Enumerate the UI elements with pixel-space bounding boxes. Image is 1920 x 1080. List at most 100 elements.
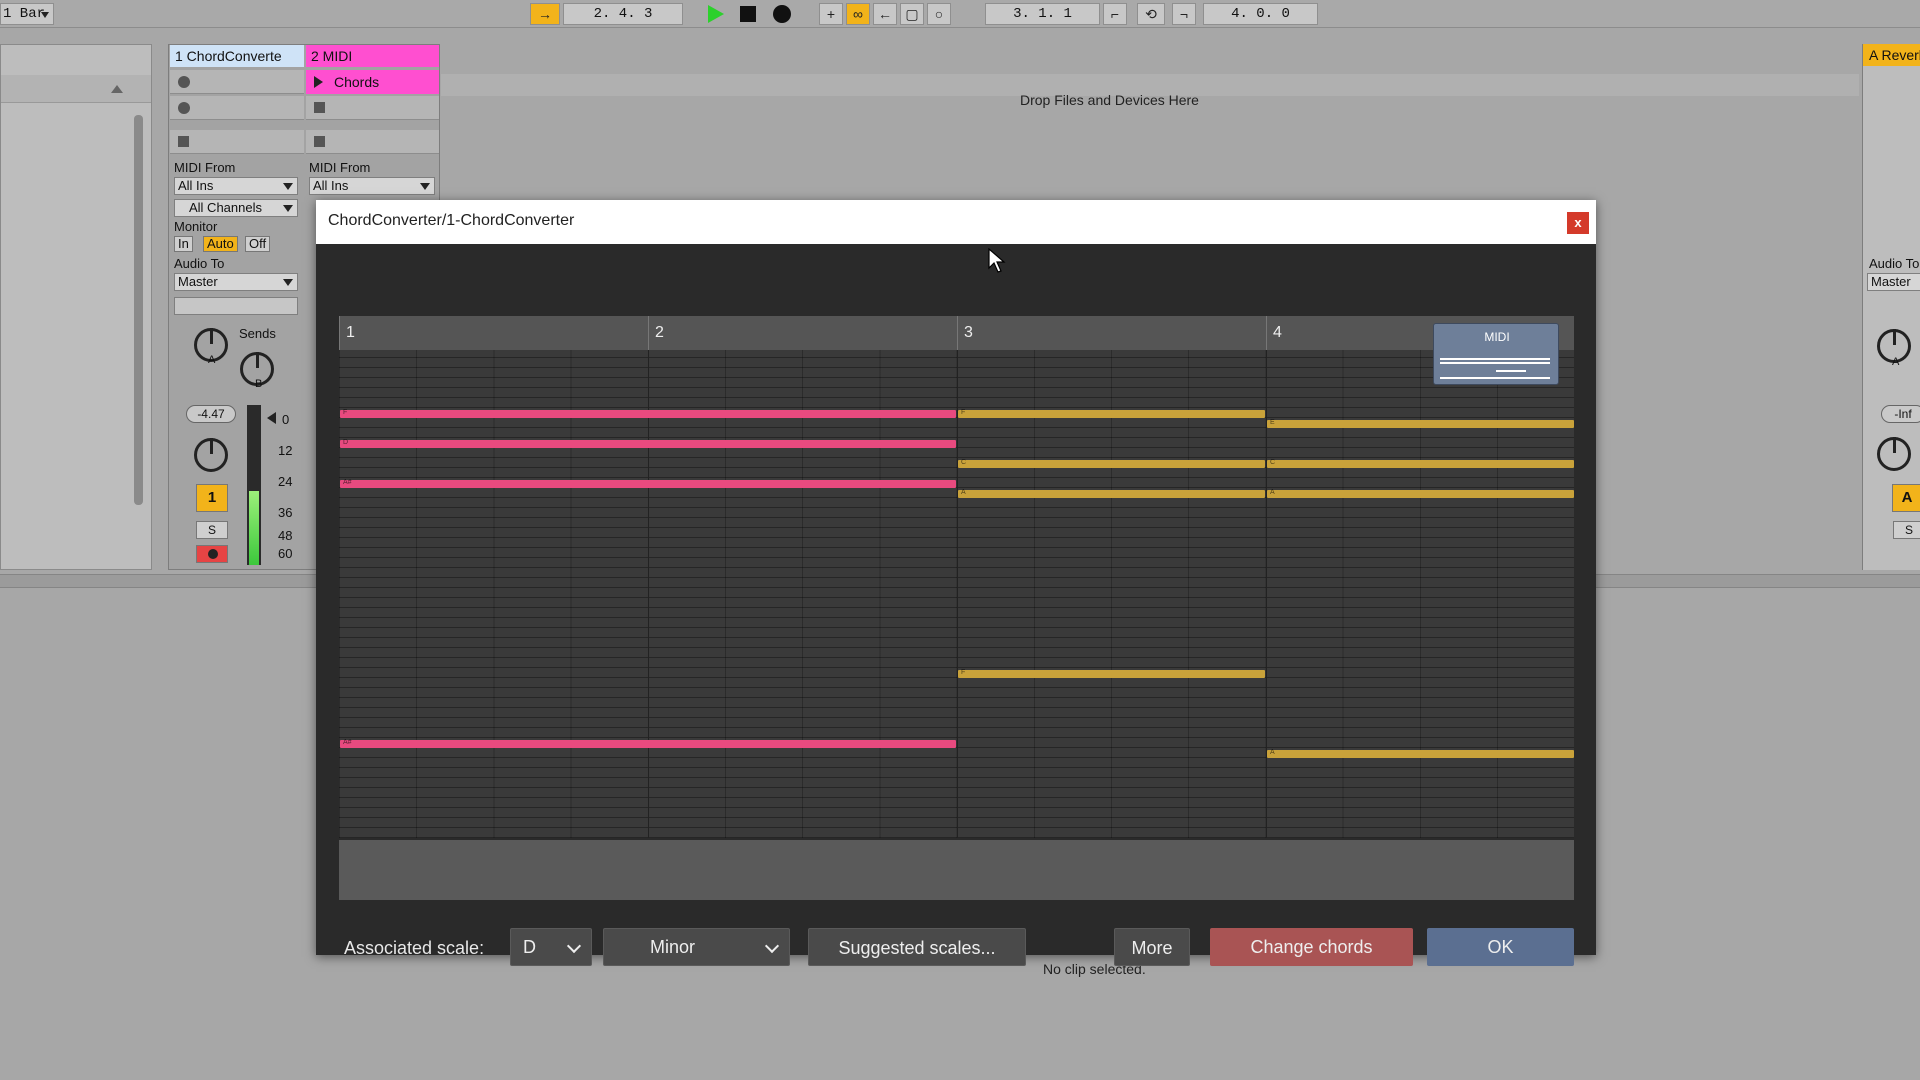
- capture-icon[interactable]: ▢: [900, 3, 924, 25]
- loop-length[interactable]: 4. 0. 0: [1203, 3, 1318, 25]
- dialog-body: 1 2 3 4 F D A# A# F E C C A A F A MIDI Associated s…: [316, 244, 1596, 966]
- meter-scale-24: 24: [278, 474, 293, 489]
- change-chords-button[interactable]: Change chords: [1210, 928, 1413, 966]
- midi-thumb-note: [1440, 377, 1550, 379]
- clip-chords[interactable]: Chords: [306, 70, 439, 94]
- midi-from-value: All Ins: [178, 178, 214, 193]
- midi-from-select[interactable]: All Ins: [174, 177, 298, 195]
- midi-note-label: A: [961, 489, 966, 496]
- sends-label: Sends: [239, 326, 276, 341]
- volume-fader-icon[interactable]: [267, 412, 276, 424]
- loop-switch-icon[interactable]: ⟲: [1137, 3, 1165, 25]
- midi-note-label: D: [343, 439, 349, 446]
- midi-channel-select[interactable]: All Channels: [174, 199, 298, 217]
- stop-icon[interactable]: [740, 6, 756, 22]
- scroll-up-icon[interactable]: [111, 85, 123, 93]
- clip-slot[interactable]: [306, 96, 439, 120]
- midi-note[interactable]: A#: [340, 479, 956, 488]
- back-to-arrangement-icon[interactable]: ←: [873, 3, 897, 25]
- monitor-in-button[interactable]: In: [174, 236, 193, 252]
- overdub-icon[interactable]: +: [819, 3, 843, 25]
- track-activator-button[interactable]: 1: [196, 484, 228, 512]
- clip-slot[interactable]: [170, 96, 304, 120]
- chevron-down-icon: [283, 205, 293, 212]
- midi-note[interactable]: A#: [340, 739, 956, 748]
- quantize-select[interactable]: 1 Bar: [0, 3, 54, 25]
- left-panel-scrollbar[interactable]: [134, 115, 143, 505]
- chevron-down-icon: [566, 938, 582, 954]
- ruler-bar-3: 3: [957, 316, 973, 350]
- return-audio-to-select[interactable]: Master: [1867, 273, 1920, 291]
- dialog-titlebar[interactable]: ChordConverter/1-ChordConverter x: [316, 200, 1596, 244]
- return-solo-button[interactable]: S: [1893, 521, 1920, 539]
- midi-note[interactable]: A: [958, 489, 1265, 498]
- stop-clip-icon: [178, 136, 189, 147]
- meter-scale-0: 0: [282, 412, 290, 427]
- scale-type-select[interactable]: Minor: [603, 928, 790, 966]
- midi-from-value-2: All Ins: [313, 178, 349, 193]
- level-meter: [247, 405, 261, 565]
- follow-icon[interactable]: →: [530, 3, 560, 25]
- midi-from-label: MIDI From: [174, 160, 236, 175]
- meter-scale-60: 60: [278, 546, 293, 561]
- close-icon[interactable]: x: [1567, 212, 1589, 234]
- scale-root-value: D: [523, 937, 536, 957]
- clip-slot[interactable]: [170, 70, 304, 94]
- midi-note[interactable]: A: [1267, 749, 1574, 758]
- track-volume[interactable]: -4.47: [186, 405, 236, 423]
- stop-clip-icon: [314, 102, 325, 113]
- chevron-down-icon: [764, 938, 780, 954]
- song-position[interactable]: 2. 4. 3: [563, 3, 683, 25]
- loop-start[interactable]: 3. 1. 1: [985, 3, 1100, 25]
- audio-to-channel-select[interactable]: [174, 297, 298, 315]
- return-activator-button[interactable]: A: [1892, 484, 1920, 512]
- midi-note[interactable]: A: [1267, 489, 1574, 498]
- play-icon[interactable]: [708, 5, 724, 23]
- midi-note-label: F: [961, 409, 966, 416]
- suggested-scales-button[interactable]: Suggested scales...: [808, 928, 1026, 966]
- bar-ruler[interactable]: 1 2 3 4: [339, 316, 1574, 350]
- clip-name: Chords: [334, 74, 380, 90]
- return-pan-knob[interactable]: [1877, 437, 1911, 471]
- midi-note[interactable]: E: [1267, 419, 1574, 428]
- ruler-bar-4: 4: [1266, 316, 1282, 350]
- midi-note[interactable]: F: [958, 669, 1265, 678]
- midi-note[interactable]: F: [958, 409, 1265, 418]
- track-header-1[interactable]: 1 ChordConverte: [170, 45, 304, 67]
- ok-button[interactable]: OK: [1427, 928, 1574, 966]
- session-record-icon[interactable]: ○: [927, 3, 951, 25]
- midi-drag-thumbnail[interactable]: MIDI: [1433, 323, 1559, 385]
- track-stop-slot[interactable]: [306, 130, 439, 154]
- midi-note[interactable]: D: [340, 439, 956, 448]
- pan-knob[interactable]: [194, 438, 228, 472]
- record-icon[interactable]: [773, 5, 791, 23]
- track-stop-slot[interactable]: [170, 130, 304, 154]
- punch-out-icon[interactable]: ¬: [1172, 3, 1196, 25]
- arm-record-button[interactable]: [196, 545, 228, 563]
- midi-note[interactable]: C: [958, 459, 1265, 468]
- return-track-header[interactable]: A Reverb: [1863, 44, 1920, 66]
- return-send-label: A: [1892, 356, 1900, 368]
- midi-note[interactable]: C: [1267, 459, 1574, 468]
- clip-play-icon[interactable]: [314, 76, 323, 88]
- midi-note-label: A#: [343, 739, 352, 746]
- monitor-auto-button[interactable]: Auto: [203, 236, 238, 252]
- audio-to-select[interactable]: Master: [174, 273, 298, 291]
- bar-line: [957, 350, 958, 838]
- velocity-lane[interactable]: [339, 840, 1574, 900]
- midi-note[interactable]: F: [340, 409, 956, 418]
- return-volume[interactable]: -Inf: [1881, 405, 1920, 423]
- midi-from-select-2[interactable]: All Ins: [309, 177, 435, 195]
- solo-button[interactable]: S: [196, 521, 228, 539]
- midi-from-label-2: MIDI From: [309, 160, 371, 175]
- clip-record-icon: [178, 76, 190, 88]
- piano-roll[interactable]: F D A# A# F E C C A A F A: [339, 350, 1574, 838]
- monitor-off-button[interactable]: Off: [245, 236, 271, 252]
- track-header-2[interactable]: 2 MIDI: [306, 45, 439, 67]
- more-button[interactable]: More: [1114, 928, 1190, 966]
- meter-scale-36: 36: [278, 505, 293, 520]
- scale-root-select[interactable]: D: [510, 928, 592, 966]
- automation-arm-icon[interactable]: ∞: [846, 3, 870, 25]
- monitor-label: Monitor: [174, 219, 218, 234]
- punch-in-icon[interactable]: ⌐: [1103, 3, 1127, 25]
